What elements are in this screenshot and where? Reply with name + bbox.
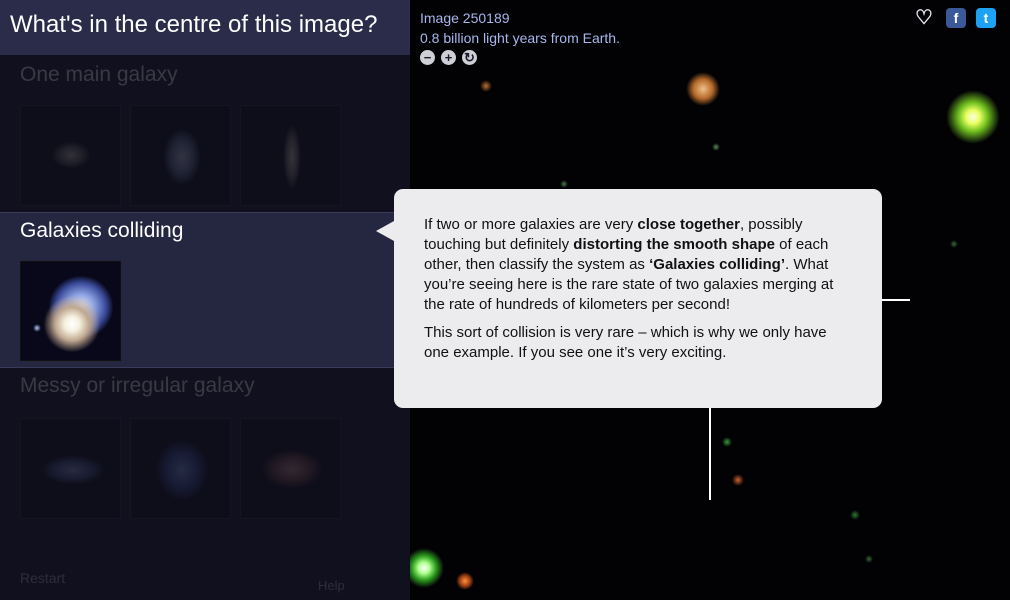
star [946,90,1000,144]
restart-link[interactable]: Restart [20,570,65,586]
star [732,474,744,486]
star [456,572,474,590]
example-thumbnail[interactable] [20,105,121,206]
option-one-main-galaxy[interactable]: One main galaxy [0,55,410,211]
example-thumbnail[interactable] [240,105,341,206]
example-thumbnail[interactable] [20,261,121,361]
favourite-icon[interactable]: ♡ [912,8,936,30]
example-thumbnail[interactable] [240,418,341,519]
star [722,437,732,447]
facebook-icon[interactable]: f [946,8,966,28]
help-tooltip: If two or more galaxies are very close t… [394,189,882,408]
question-header: What's in the centre of this image? [0,0,410,55]
twitter-icon[interactable]: t [976,8,996,28]
option-title: Galaxies colliding [20,219,184,242]
help-link[interactable]: Help [318,578,345,593]
example-thumbnail[interactable] [130,105,231,206]
crosshair-right [882,299,910,301]
star [712,143,720,151]
star [686,72,720,106]
option-galaxies-colliding[interactable]: Galaxies colliding [0,212,410,368]
star [865,555,873,563]
image-info: Image 250189 0.8 billion light years fro… [420,8,620,48]
tooltip-arrow [376,221,394,241]
example-thumbnail[interactable] [20,418,121,519]
option-title: One main galaxy [20,63,178,86]
star [560,180,568,188]
classification-panel: What's in the centre of this image? One … [0,0,410,600]
example-thumbnail[interactable] [130,418,231,519]
star [950,240,958,248]
image-distance: 0.8 billion light years from Earth. [420,30,620,46]
image-id: Image 250189 [420,10,510,26]
option-messy-irregular-galaxy[interactable]: Messy or irregular galaxy [0,368,410,528]
question-title: What's in the centre of this image? [10,11,378,38]
crosshair-bottom [709,408,711,500]
option-title: Messy or irregular galaxy [20,374,255,397]
bottom-bar: Restart Help [0,530,410,600]
zoom-reset-button[interactable]: ↻ [462,50,477,65]
star [480,80,492,92]
star [850,510,860,520]
star [410,548,444,588]
tooltip-paragraph: This sort of collision is very rare – wh… [424,324,827,361]
tooltip-paragraph: If two or more galaxies are very close t… [424,216,834,313]
zoom-in-button[interactable]: + [441,50,456,65]
zoom-out-button[interactable]: − [420,50,435,65]
